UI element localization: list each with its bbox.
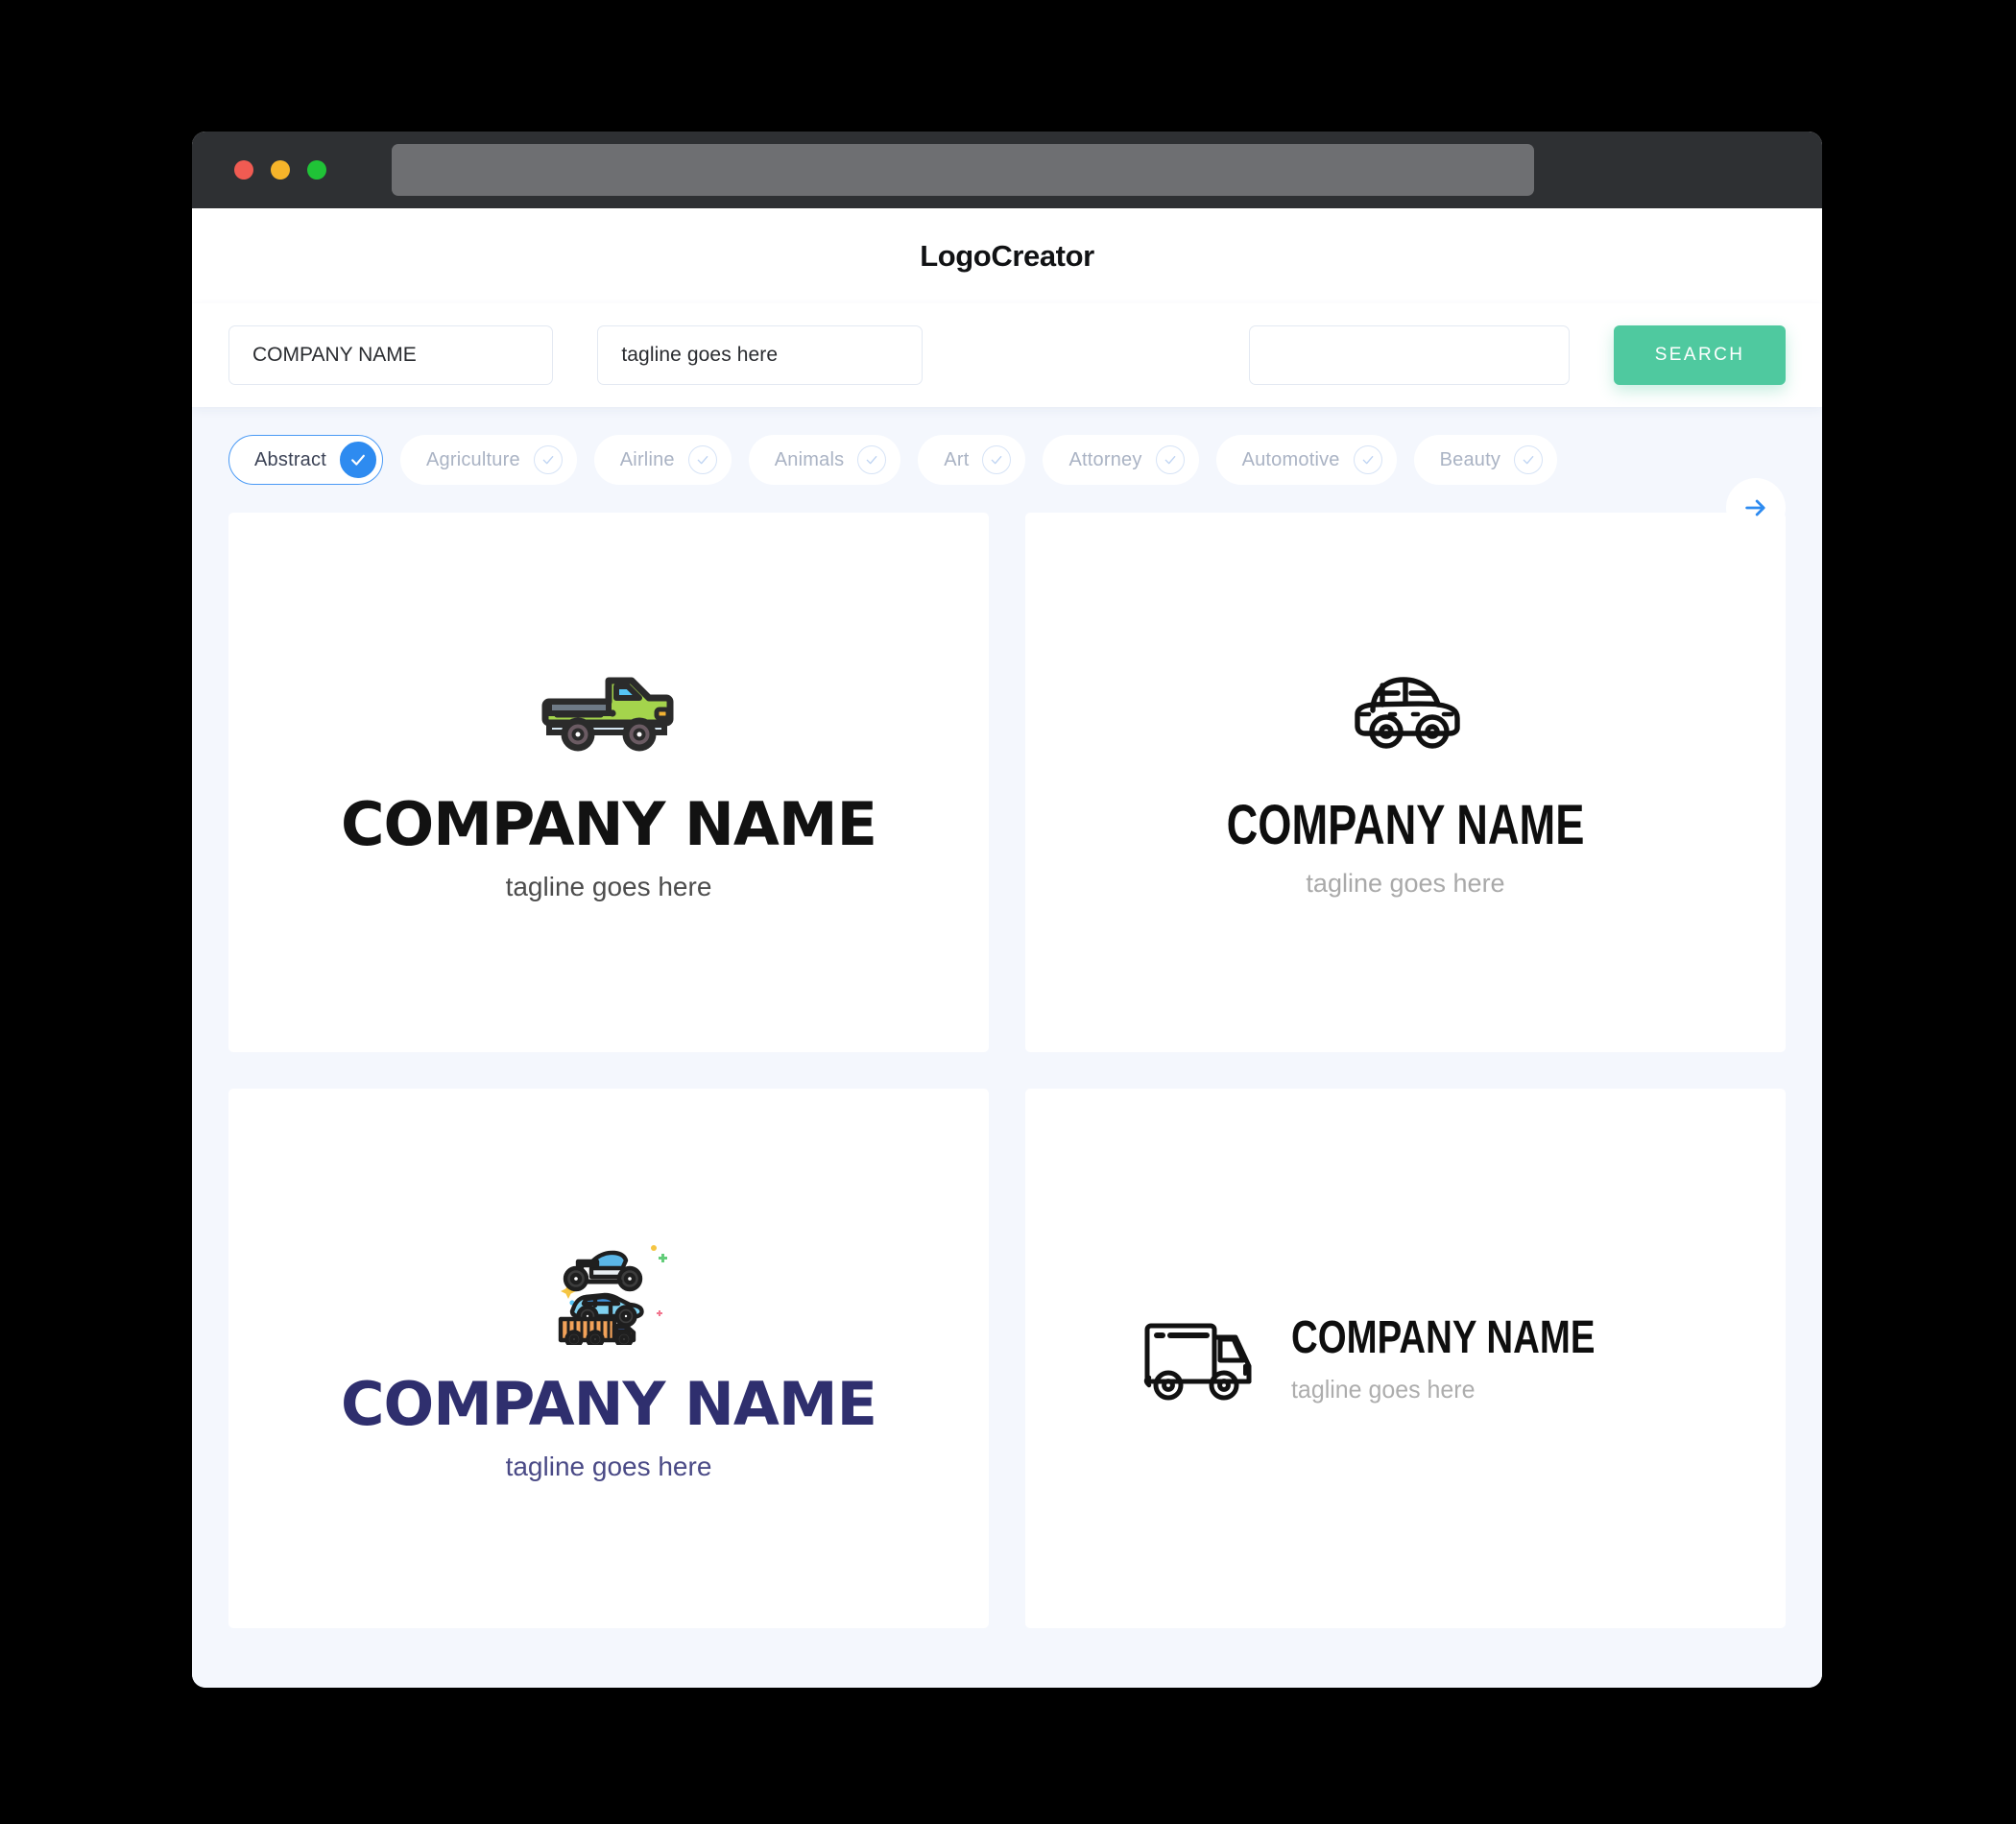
logo-card[interactable]: COMPANY NAME tagline goes here xyxy=(1025,513,1786,1052)
motorcycle-car-truck-icon xyxy=(545,1237,672,1350)
logo-tagline: tagline goes here xyxy=(1291,1375,1476,1404)
close-window-icon[interactable] xyxy=(234,160,253,180)
logo-preview: COMPANY NAME tagline goes here xyxy=(341,665,877,901)
logo-preview: COMPANY NAME tagline goes here xyxy=(1176,668,1635,897)
logo-text-block: COMPANY NAME tagline goes here xyxy=(341,788,877,901)
check-icon xyxy=(1514,445,1544,474)
screen: LogoCreator SEARCH Abstract Agriculture Ai… xyxy=(0,0,2016,1824)
logo-card[interactable]: COMPANY NAME tagline goes here xyxy=(228,1089,989,1628)
category-chip-label: Automotive xyxy=(1241,448,1340,470)
logo-text-block: COMPANY NAME tagline goes here xyxy=(1291,1312,1671,1404)
category-chip-animals[interactable]: Animals xyxy=(748,435,901,485)
logo-card[interactable]: COMPANY NAME tagline goes here xyxy=(1025,1089,1786,1628)
search-toolbar: SEARCH xyxy=(192,303,1822,407)
keyword-input[interactable] xyxy=(1248,325,1571,385)
logo-tagline: tagline goes here xyxy=(1306,869,1505,898)
category-chip-automotive[interactable]: Automotive xyxy=(1215,435,1397,485)
category-chip-agriculture[interactable]: Agriculture xyxy=(399,435,577,485)
logo-company-name: COMPANY NAME xyxy=(1226,794,1585,856)
category-chip-label: Agriculture xyxy=(425,448,520,470)
categories-next-button[interactable] xyxy=(1726,478,1786,538)
logo-results-grid: COMPANY NAME tagline goes here COMPANY N… xyxy=(228,513,1786,1628)
logo-tagline: tagline goes here xyxy=(505,1451,712,1481)
category-filter-bar[interactable]: Abstract Agriculture Airline Animals Art Atto… xyxy=(228,407,1786,513)
category-chip-label: Abstract xyxy=(254,448,326,470)
category-chip-label: Attorney xyxy=(1068,448,1142,470)
url-bar[interactable] xyxy=(392,144,1534,196)
check-icon xyxy=(982,445,1012,474)
logo-tagline: tagline goes here xyxy=(505,871,712,901)
delivery-truck-outline-icon xyxy=(1140,1310,1262,1407)
page-title: LogoCreator xyxy=(920,238,1094,273)
logo-text-block: COMPANY NAME tagline goes here xyxy=(341,1368,877,1481)
check-icon xyxy=(857,445,887,474)
logo-text-block: COMPANY NAME tagline goes here xyxy=(1176,798,1635,897)
category-chip-beauty[interactable]: Beauty xyxy=(1413,435,1558,485)
logo-company-name: COMPANY NAME xyxy=(341,788,877,859)
window-titlebar xyxy=(192,132,1822,208)
app-header: LogoCreator xyxy=(192,208,1822,303)
minimize-window-icon[interactable] xyxy=(271,160,290,180)
check-icon xyxy=(1155,445,1185,474)
logo-company-name: COMPANY NAME xyxy=(1291,1312,1596,1363)
pickup-truck-icon xyxy=(541,665,676,758)
category-chip-label: Art xyxy=(944,448,970,470)
car-outline-icon xyxy=(1344,668,1467,759)
logo-company-name: COMPANY NAME xyxy=(341,1368,877,1439)
logo-preview: COMPANY NAME tagline goes here xyxy=(1140,1310,1671,1407)
category-chip-label: Animals xyxy=(774,448,845,470)
results-area: Abstract Agriculture Airline Animals Art Atto… xyxy=(192,407,1822,1688)
traffic-light-buttons xyxy=(234,160,326,180)
logo-card[interactable]: COMPANY NAME tagline goes here xyxy=(228,513,989,1052)
category-chip-label: Airline xyxy=(619,448,675,470)
check-icon xyxy=(339,442,376,478)
category-chip-attorney[interactable]: Attorney xyxy=(1043,435,1199,485)
category-chip-art[interactable]: Art xyxy=(918,435,1026,485)
category-chip-label: Beauty xyxy=(1439,448,1501,470)
search-button[interactable]: SEARCH xyxy=(1614,325,1787,385)
check-icon xyxy=(1353,445,1382,474)
category-chip-airline[interactable]: Airline xyxy=(593,435,732,485)
check-icon xyxy=(533,445,563,474)
logo-preview: COMPANY NAME tagline goes here xyxy=(341,1237,877,1481)
maximize-window-icon[interactable] xyxy=(307,160,326,180)
category-chip-abstract[interactable]: Abstract xyxy=(228,435,383,485)
arrow-right-icon xyxy=(1745,499,1765,516)
tagline-input[interactable] xyxy=(597,325,923,385)
company-name-input[interactable] xyxy=(228,325,554,385)
browser-window: LogoCreator SEARCH Abstract Agriculture Ai… xyxy=(192,132,1822,1688)
check-icon xyxy=(687,445,717,474)
